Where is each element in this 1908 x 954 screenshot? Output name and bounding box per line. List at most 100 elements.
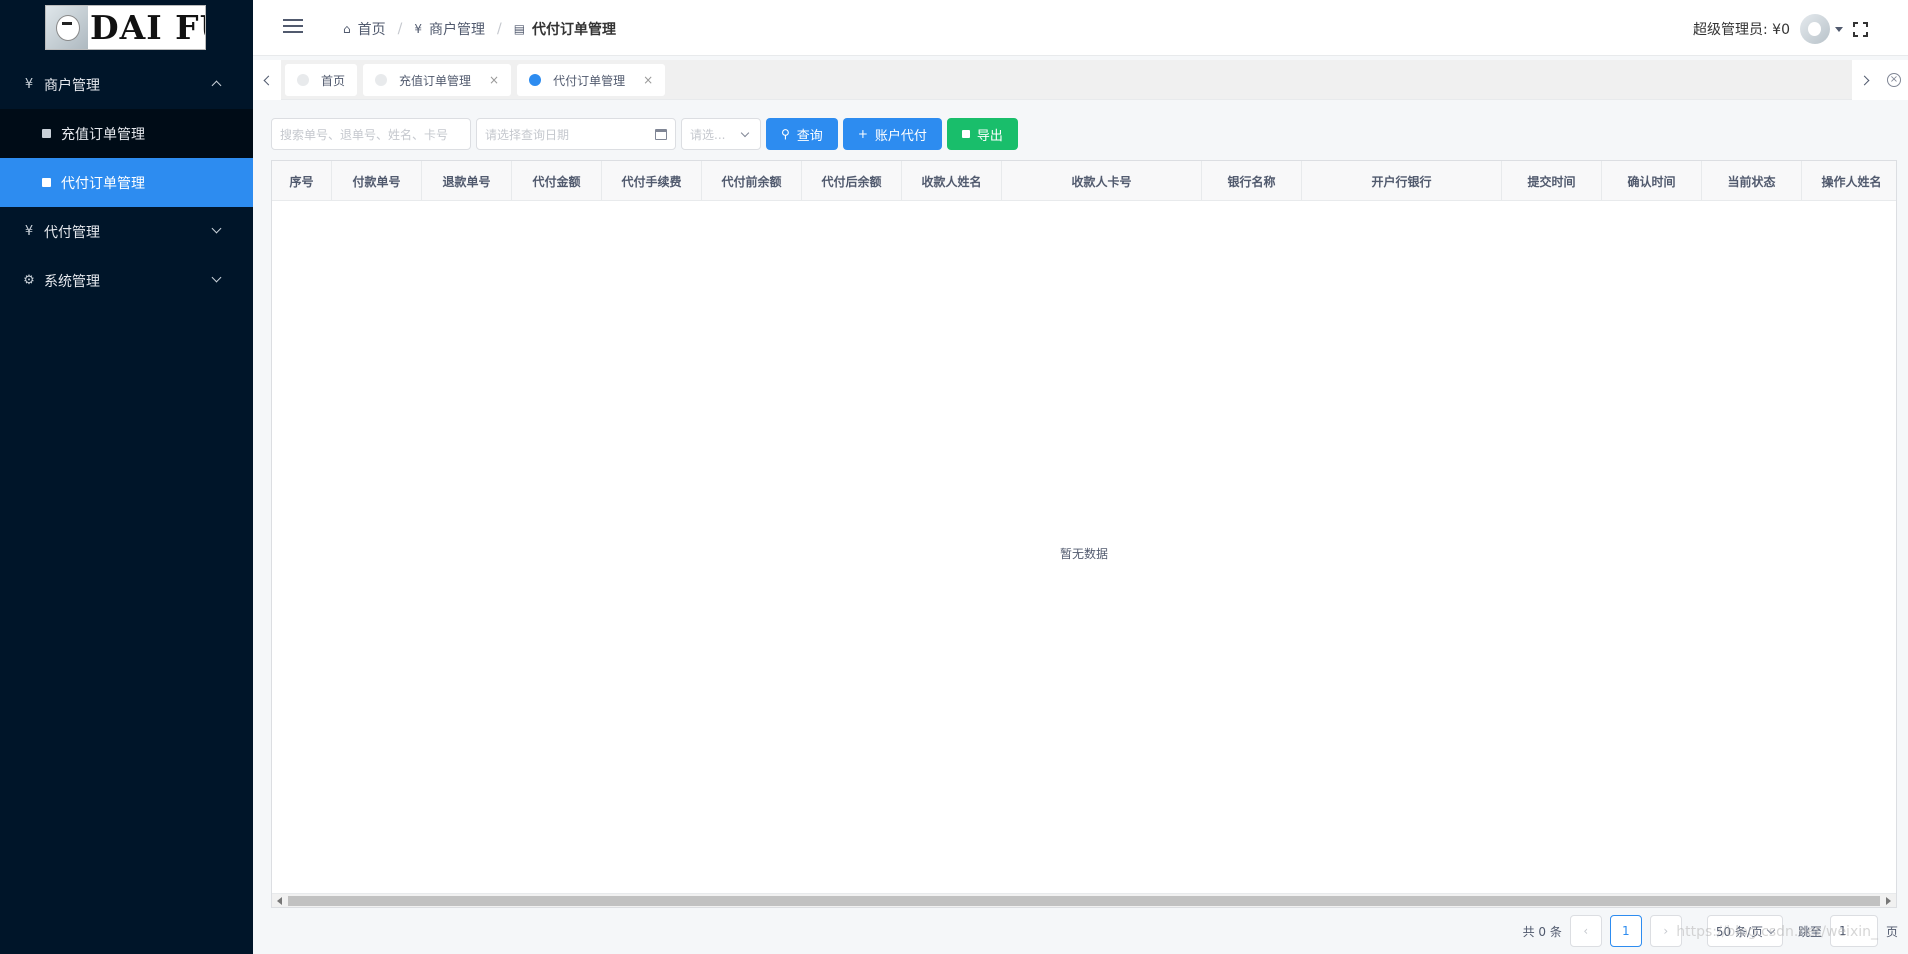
page-button-current[interactable]: 1	[1609, 915, 1642, 947]
tabs-bar: 首页 充值订单管理 × 代付订单管理 × ×	[253, 60, 1908, 100]
chevron-down-icon	[211, 272, 222, 283]
chevron-down-icon	[740, 128, 750, 138]
close-circle-icon: ×	[1887, 73, 1901, 87]
yen-icon: ¥	[24, 224, 34, 239]
column-header[interactable]: 代付前余额	[702, 161, 802, 201]
chevron-left-icon	[263, 75, 274, 85]
logo: DAI FU	[45, 5, 206, 50]
sidebar-item-label: 代付订单管理	[61, 175, 145, 192]
tabs-scroll-right-button[interactable]	[1852, 60, 1880, 100]
empty-state: 暂无数据	[1059, 547, 1108, 561]
column-header[interactable]: 代付手续费	[602, 161, 702, 201]
sidebar-item-payout-orders[interactable]: 代付订单管理	[0, 158, 253, 207]
gear-icon: ⚙	[23, 273, 35, 288]
calendar-icon	[655, 129, 667, 140]
avatar[interactable]	[1800, 14, 1830, 44]
tab-home[interactable]: 首页	[285, 64, 358, 96]
horizontal-scrollbar[interactable]	[272, 893, 1896, 907]
prev-page-button[interactable]: ‹	[1569, 915, 1602, 947]
date-picker[interactable]: 请选择查询日期	[476, 118, 676, 150]
plus-icon: +	[857, 127, 868, 141]
tab-status-dot	[375, 74, 388, 86]
column-header[interactable]: 收款人姓名	[902, 161, 1002, 201]
select-placeholder: 请选...	[690, 127, 726, 142]
breadcrumb-separator: /	[397, 21, 403, 37]
yen-icon: ¥	[24, 77, 34, 92]
sidebar-item-system[interactable]: ⚙ 系统管理	[0, 256, 253, 305]
sidebar-item-label: 代付管理	[44, 224, 100, 241]
breadcrumb-label: 商户管理	[428, 22, 485, 38]
yen-icon: ¥	[414, 22, 422, 36]
column-header[interactable]: 付款单号	[332, 161, 422, 201]
tab-label: 充值订单管理	[399, 73, 472, 88]
tab-strip: 首页 充值订单管理 × 代付订单管理 ×	[285, 64, 671, 96]
query-button[interactable]: ⚲ 查询	[766, 118, 838, 150]
search-icon: ⚲	[781, 127, 790, 141]
account-payout-button[interactable]: + 账户代付	[842, 118, 942, 150]
logo-mascot-icon	[46, 6, 88, 49]
chevron-up-icon	[211, 80, 222, 91]
close-all-tabs-button[interactable]: ×	[1880, 60, 1908, 100]
home-icon: ⌂	[343, 22, 351, 36]
breadcrumb: ⌂ 首页 / ¥ 商户管理 / ▤ 代付订单管理	[343, 19, 616, 39]
breadcrumb-label: 代付订单管理	[532, 22, 617, 38]
scroll-left-icon[interactable]	[277, 897, 282, 905]
fullscreen-icon[interactable]	[1853, 21, 1868, 37]
column-header[interactable]: 开户行银行	[1302, 161, 1502, 201]
logo-text: DAI FU	[90, 8, 205, 47]
column-header[interactable]: 操作人姓名	[1802, 161, 1896, 201]
breadcrumb-separator: /	[496, 21, 502, 37]
sidebar-item-merchant[interactable]: ¥ 商户管理	[0, 60, 253, 109]
tabs-scroll-left-button[interactable]	[253, 60, 281, 100]
column-header[interactable]: 确认时间	[1602, 161, 1702, 201]
breadcrumb-current: ▤ 代付订单管理	[514, 19, 616, 39]
export-icon	[961, 130, 970, 138]
page-suffix: 页	[1885, 924, 1898, 939]
sidebar-item-payout[interactable]: ¥ 代付管理	[0, 207, 253, 256]
sidebar: DAI FU ¥ 商户管理 充值订单管理 代付订单管理 ¥ 代付管理 ⚙ 系统管…	[0, 0, 253, 954]
list-icon	[42, 129, 51, 138]
tab-recharge-orders[interactable]: 充值订单管理 ×	[363, 64, 512, 96]
menu-toggle-icon[interactable]	[283, 19, 303, 35]
chevron-right-icon	[1859, 75, 1870, 85]
search-input[interactable]: 搜索单号、退单号、姓名、卡号	[271, 118, 471, 150]
submenu-merchant: 充值订单管理 代付订单管理	[0, 109, 253, 207]
user-label: 超级管理员: ¥0	[1693, 22, 1790, 38]
column-header[interactable]: 序号	[272, 161, 332, 201]
column-header[interactable]: 当前状态	[1702, 161, 1802, 201]
tab-payout-orders[interactable]: 代付订单管理 ×	[517, 64, 666, 96]
close-icon[interactable]: ×	[489, 73, 499, 87]
sidebar-item-label: 充值订单管理	[61, 126, 145, 143]
export-label: 导出	[976, 128, 1003, 144]
list-icon: ▤	[513, 22, 526, 36]
sidebar-item-label: 系统管理	[44, 273, 100, 290]
chevron-down-icon	[211, 223, 222, 234]
column-header[interactable]: 退款单号	[422, 161, 512, 201]
column-header[interactable]: 代付后余额	[802, 161, 902, 201]
table-header: 序号 付款单号 退款单号 代付金额 代付手续费 代付前余额 代付后余额 收款人姓…	[272, 161, 1896, 201]
column-header[interactable]: 银行名称	[1202, 161, 1302, 201]
sidebar-menu: ¥ 商户管理 充值订单管理 代付订单管理 ¥ 代付管理 ⚙ 系统管理	[0, 60, 253, 305]
user-area: 超级管理员: ¥0	[1693, 14, 1868, 44]
column-header[interactable]: 代付金额	[512, 161, 602, 201]
caret-down-icon[interactable]	[1835, 26, 1843, 32]
date-placeholder: 请选择查询日期	[485, 127, 570, 142]
column-header[interactable]: 提交时间	[1502, 161, 1602, 201]
scrollbar-thumb[interactable]	[288, 896, 1880, 906]
close-icon[interactable]: ×	[643, 73, 653, 87]
breadcrumb-merchant[interactable]: ¥ 商户管理	[414, 19, 485, 39]
status-select[interactable]: 请选...	[681, 118, 761, 150]
tab-label: 首页	[321, 73, 346, 88]
breadcrumb-home[interactable]: ⌂ 首页	[343, 19, 386, 39]
scroll-right-icon[interactable]	[1886, 897, 1891, 905]
orders-table: 序号 付款单号 退款单号 代付金额 代付手续费 代付前余额 代付后余额 收款人姓…	[271, 160, 1897, 908]
column-header[interactable]: 收款人卡号	[1002, 161, 1202, 201]
total-count: 共 0 条	[1522, 924, 1562, 939]
search-placeholder: 搜索单号、退单号、姓名、卡号	[280, 127, 449, 142]
query-label: 查询	[796, 128, 823, 144]
export-button[interactable]: 导出	[946, 118, 1018, 150]
sidebar-item-recharge-orders[interactable]: 充值订单管理	[0, 109, 253, 158]
toolbar: 搜索单号、退单号、姓名、卡号 请选择查询日期 请选... ⚲ 查询 + 账户代付…	[271, 118, 1023, 150]
header: ⌂ 首页 / ¥ 商户管理 / ▤ 代付订单管理 超级管理员: ¥0	[253, 0, 1908, 56]
tab-status-dot	[297, 74, 309, 86]
